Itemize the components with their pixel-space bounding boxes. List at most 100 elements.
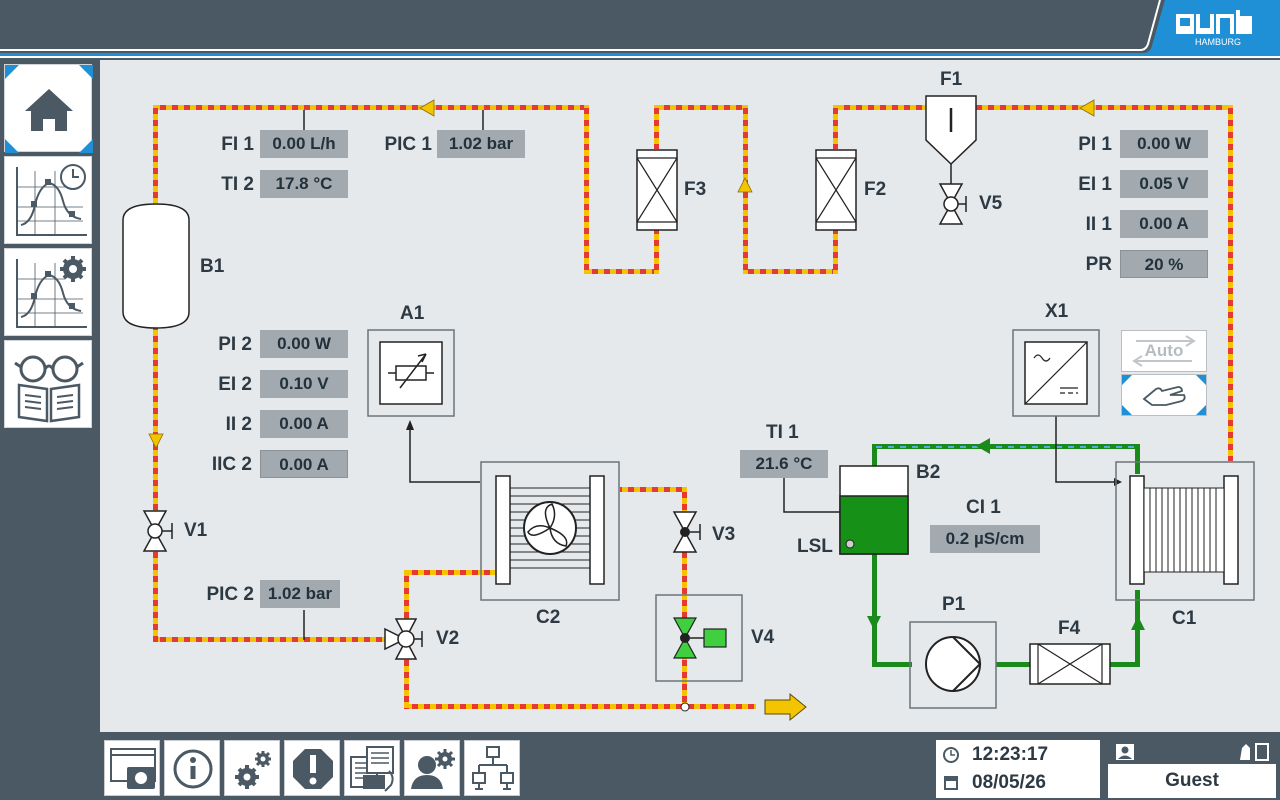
auto-mode-button[interactable]: Auto [1121, 330, 1207, 372]
label-v3: V3 [712, 524, 736, 545]
value-ei1: 0.05 V [1120, 170, 1208, 198]
label-v1: V1 [184, 520, 208, 541]
network-icon [472, 746, 514, 790]
valve-v2[interactable] [384, 618, 423, 660]
label-c2: C2 [536, 607, 561, 628]
logo-subtitle: HAMBURG [1195, 37, 1241, 47]
filter-f4[interactable] [1029, 643, 1111, 685]
screenshot-button[interactable] [104, 740, 160, 796]
user-gear-icon [411, 749, 455, 789]
value-ii2: 0.00 A [260, 410, 348, 438]
label-pi2: PI 2 [218, 334, 252, 355]
valve-v4[interactable] [655, 594, 743, 682]
label-c1: C1 [1172, 608, 1197, 629]
junction-node [680, 702, 690, 712]
heater-control-a1[interactable] [367, 329, 455, 417]
process-diagram: B1 A1 C2 V1 V2 V3 V4 V5 F1 F2 F3 F4 X1 B… [100, 60, 1280, 732]
user-icon [1116, 744, 1134, 760]
label-x1: X1 [1045, 301, 1069, 322]
auto-mode-label: Auto [1144, 341, 1184, 360]
gunt-logo: HAMBURG [1172, 8, 1262, 48]
label-ei2: EI 2 [218, 374, 252, 395]
alarms-button[interactable] [284, 740, 340, 796]
value-pic1[interactable]: 1.02 bar [437, 130, 525, 158]
sidebar-manual-button[interactable] [4, 340, 92, 428]
value-ei2: 0.10 V [260, 370, 348, 398]
user-name: Guest [1165, 770, 1219, 791]
flow-arrow [737, 177, 753, 193]
camera-icon [110, 748, 156, 789]
user-panel[interactable]: Guest [1108, 740, 1276, 798]
sidebar-chart-settings-button[interactable] [4, 248, 92, 336]
label-f3: F3 [684, 179, 707, 200]
valve-v5[interactable] [938, 183, 967, 225]
label-ci1: CI 1 [966, 497, 1001, 518]
label-fi1: FI 1 [221, 134, 254, 155]
label-iic2: IIC 2 [211, 454, 252, 475]
label-ti1: TI 1 [766, 422, 799, 443]
signal-arrow [1114, 478, 1122, 486]
gears-icon [235, 751, 271, 789]
label-f2: F2 [864, 179, 887, 200]
user-settings-button[interactable] [404, 740, 460, 796]
label-f4: F4 [1058, 618, 1081, 639]
heat-exchanger-c2[interactable] [480, 461, 620, 601]
label-ei1: EI 1 [1078, 174, 1112, 195]
inverter-x1[interactable] [1012, 329, 1100, 417]
separator-f1[interactable] [925, 95, 977, 190]
label-ii1: II 1 [1085, 214, 1112, 235]
label-pic1: PIC 1 [384, 134, 432, 155]
value-ci1: 0.2 µS/cm [930, 525, 1040, 553]
label-f1: F1 [940, 69, 963, 90]
heat-exchanger-c1[interactable] [1115, 461, 1255, 601]
label-b2: B2 [916, 462, 941, 483]
filter-f3[interactable] [636, 149, 678, 231]
signal-arrow [406, 420, 414, 430]
data-export-button[interactable] [344, 740, 400, 796]
alarm-icon [293, 749, 333, 789]
flow-arrow [148, 433, 164, 449]
tank-b1[interactable] [122, 203, 190, 329]
valve-v1[interactable] [142, 510, 173, 552]
settings-button[interactable] [224, 740, 280, 796]
home-icon [5, 65, 93, 153]
filter-f2[interactable] [815, 149, 857, 231]
sidebar-chart-time-button[interactable] [4, 156, 92, 244]
network-button[interactable] [464, 740, 520, 796]
outlet-arrow [764, 692, 807, 722]
user-panel-header [1108, 740, 1276, 764]
pump-p1[interactable] [909, 621, 997, 709]
label-v5: V5 [979, 193, 1003, 214]
value-pi2: 0.00 W [260, 330, 348, 358]
flow-arrow [1131, 616, 1145, 630]
sidebar-home-button[interactable] [4, 64, 93, 153]
tank-b2[interactable] [839, 465, 909, 555]
value-ti1: 21.6 °C [740, 450, 828, 478]
manual-mode-button[interactable] [1121, 374, 1207, 416]
label-v4: V4 [751, 627, 775, 648]
value-pi1: 0.00 W [1120, 130, 1208, 158]
label-ti2: TI 2 [221, 174, 254, 195]
info-button[interactable] [164, 740, 220, 796]
water-loop-pipes [872, 444, 1140, 667]
value-iic2[interactable]: 0.00 A [260, 450, 348, 478]
time-value: 12:23:17 [972, 744, 1049, 765]
sidebar [0, 58, 98, 800]
info-icon [173, 749, 213, 789]
bottom-bar: 12:23:17 08/05/26 Guest [100, 734, 1280, 800]
value-fi1: 0.00 L/h [260, 130, 348, 158]
glasses-book-icon [14, 355, 84, 423]
value-ti2: 17.8 °C [260, 170, 348, 198]
date-time-display: 12:23:17 08/05/26 [936, 740, 1100, 798]
flow-arrow [867, 616, 881, 630]
value-ii1: 0.00 A [1120, 210, 1208, 238]
calendar-icon [944, 776, 958, 790]
valve-v3[interactable] [672, 511, 701, 553]
top-bar-decoration [0, 0, 1280, 58]
label-ii2: II 2 [225, 414, 252, 435]
label-v2: V2 [436, 628, 460, 649]
flow-arrow [419, 99, 435, 117]
label-pic2: PIC 2 [206, 584, 254, 605]
value-pr[interactable]: 20 % [1120, 250, 1208, 278]
label-lsl: LSL [797, 536, 833, 557]
